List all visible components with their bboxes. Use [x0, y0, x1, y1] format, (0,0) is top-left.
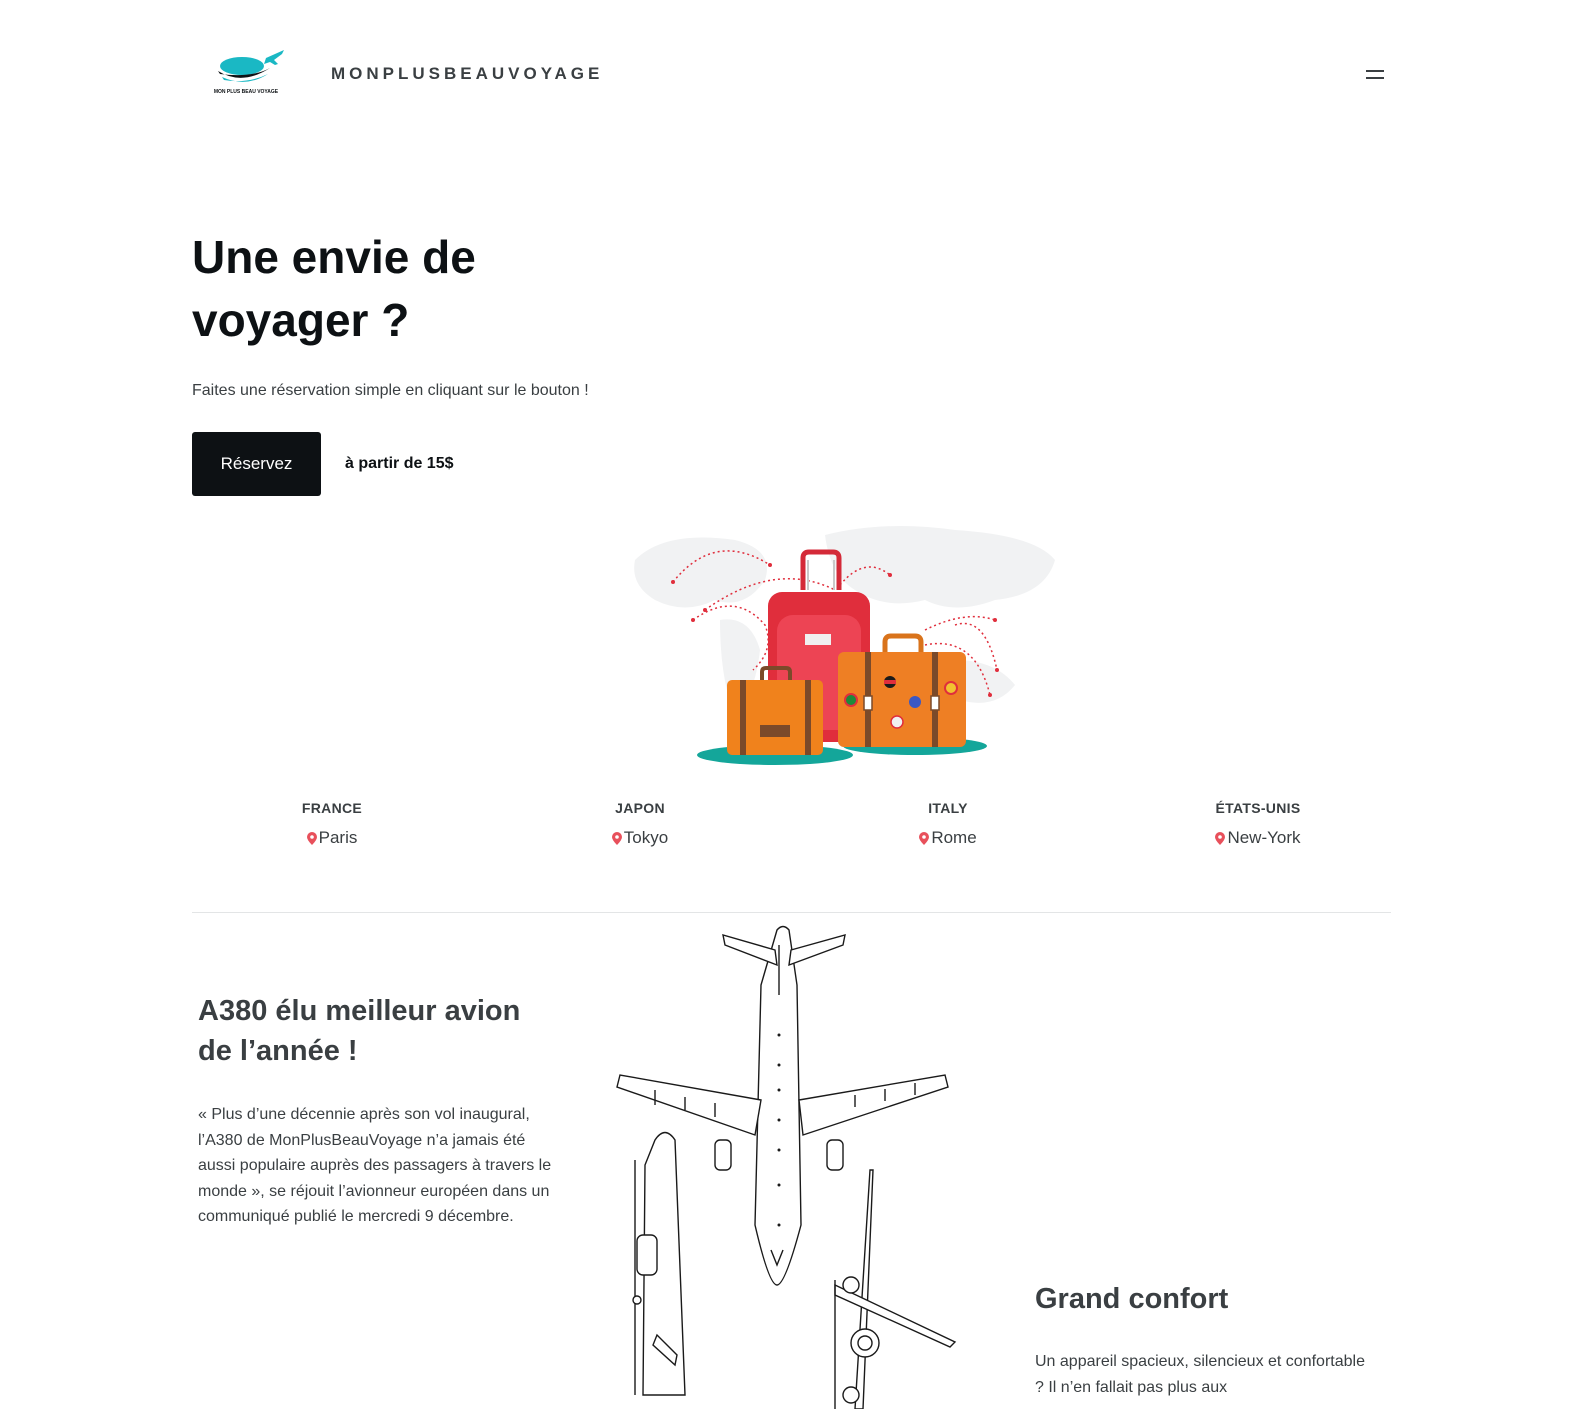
destination-city-link[interactable]: New-York: [1215, 828, 1301, 848]
logo-text: MON PLUS BEAU VOYAGE: [214, 89, 279, 95]
luggage-illustration: [625, 520, 1065, 775]
site-brand-name[interactable]: MONPLUSBEAUVOYAGE: [331, 64, 603, 84]
destination-country: FRANCE: [301, 800, 363, 816]
map-pin-icon: [306, 831, 317, 845]
comfort-text: Un appareil spacieux, silencieux et conf…: [1035, 1353, 1365, 1396]
destination-country: JAPON: [615, 800, 665, 816]
hero-subtitle: Faites une réservation simple en cliquan…: [192, 382, 589, 399]
destination-france: FRANCE Paris: [232, 800, 432, 850]
price-note: à partir de 15$: [345, 455, 454, 472]
map-pin-icon: [1215, 831, 1226, 845]
hamburger-icon[interactable]: [1366, 67, 1388, 81]
destination-city-link[interactable]: Rome: [919, 828, 977, 848]
article-text: « Plus d’une décennie après son vol inau…: [198, 1106, 552, 1225]
destination-country: ITALY: [928, 800, 968, 816]
comfort-title: Grand confort: [1035, 1283, 1229, 1315]
article-title: A380 élu meilleur avion de l’année !: [198, 991, 520, 1071]
map-pin-icon: [611, 831, 622, 845]
hero-title-line-1: Une envie de: [192, 231, 476, 283]
destination-city-link[interactable]: Paris: [306, 828, 358, 848]
brand-logo[interactable]: MON PLUS BEAU VOYAGE: [212, 44, 288, 106]
destination-city: Tokyo: [623, 828, 669, 847]
reserve-button[interactable]: Réservez: [192, 432, 321, 496]
destination-etats-unis: ÉTATS-UNIS New-York: [1158, 800, 1358, 850]
hero-title: Une envie de voyager ?: [192, 226, 476, 352]
article-title-line-1: A380 élu meilleur avion: [198, 995, 521, 1027]
destination-country: ÉTATS-UNIS: [1215, 800, 1301, 816]
airplanes-illustration: [615, 925, 960, 1410]
section-divider: [192, 912, 1391, 913]
destination-city: New-York: [1227, 828, 1301, 847]
hero-title-line-2: voyager ?: [192, 294, 410, 346]
map-pin-icon: [919, 831, 930, 845]
article-title-line-2: de l’année !: [198, 1035, 358, 1067]
destination-city: Rome: [931, 828, 977, 847]
destination-japon: JAPON Tokyo: [540, 800, 740, 850]
destination-city-link[interactable]: Tokyo: [611, 828, 669, 848]
destination-italy: ITALY Rome: [848, 800, 1048, 850]
destination-city: Paris: [318, 828, 358, 847]
